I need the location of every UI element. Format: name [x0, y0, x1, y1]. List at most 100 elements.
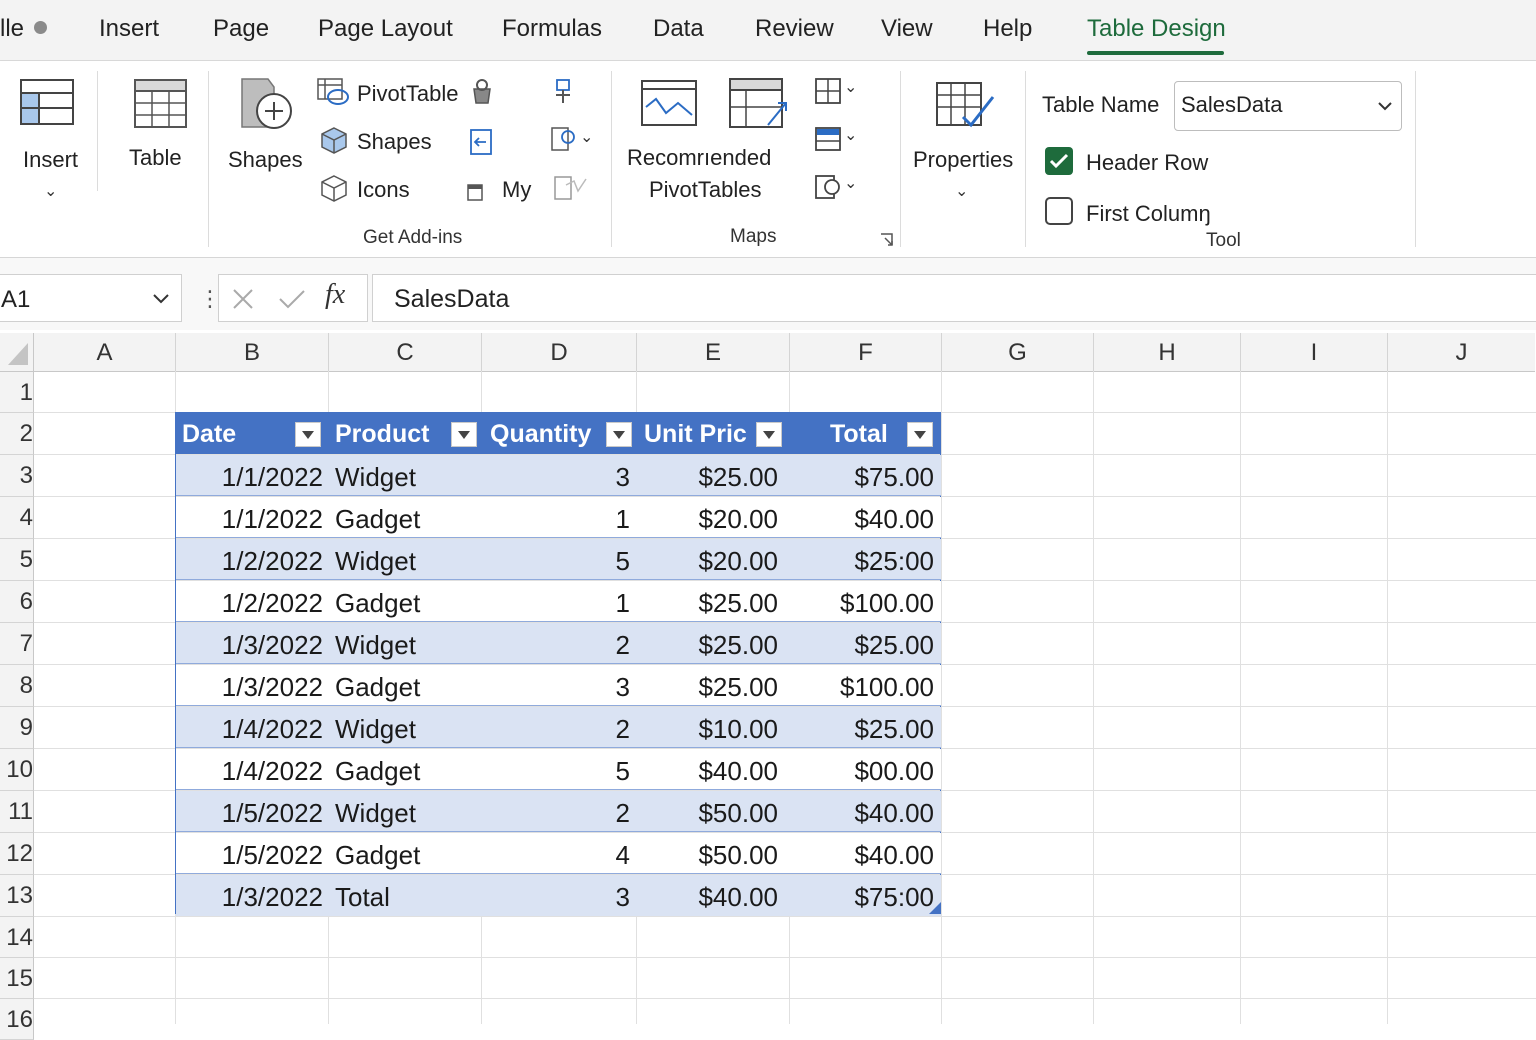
table-row[interactable]: 1/3/2022 Gadget 3 $25.00 $100.00	[176, 665, 941, 706]
filter-dropdown-icon[interactable]	[295, 422, 321, 447]
header-row-checkbox[interactable]: Header Row	[1044, 146, 1244, 180]
column-header-a[interactable]: A	[34, 333, 176, 372]
insert-button[interactable]: Insert ⌄	[0, 61, 90, 201]
table-row[interactable]: 1/1/2022 Gadget 1 $20.00 $40.00	[176, 497, 941, 538]
row-header-14[interactable]: 14	[0, 917, 34, 958]
formula-input[interactable]: SalesData	[372, 274, 1536, 322]
row-header-3[interactable]: 3	[0, 455, 34, 497]
row-header-5[interactable]: 5	[0, 539, 34, 581]
insert-function-icon[interactable]: fx	[325, 279, 345, 311]
table-row[interactable]: 1/1/2022 Widget 3 $25.00 $75.00	[176, 455, 941, 496]
row-header-15[interactable]: 15	[0, 958, 34, 999]
icons-button[interactable]: Icons	[316, 171, 426, 207]
tab-formulas[interactable]: Formulas	[502, 15, 602, 43]
row-number: 12	[6, 840, 33, 867]
shapes-button[interactable]: Shapes	[222, 61, 307, 201]
column-header-g[interactable]: G	[942, 333, 1094, 372]
first-column-checkbox[interactable]: First Columŋ	[1044, 196, 1244, 230]
tab-file[interactable]: lle	[0, 15, 48, 43]
tab-page-layout[interactable]: Page Layout	[318, 15, 453, 43]
column-header-h[interactable]: H	[1094, 333, 1241, 372]
row-header-16[interactable]: 16	[0, 999, 34, 1040]
tab-data[interactable]: Data	[653, 15, 704, 43]
row-header-7[interactable]: 7	[0, 623, 34, 665]
table-row[interactable]: 1/5/2022 Widget 2 $50.00 $40.00	[176, 791, 941, 832]
row-number: 1	[19, 379, 33, 406]
row-header-11[interactable]: 11	[0, 791, 34, 833]
shapes-small-button[interactable]: Shapes	[316, 123, 466, 159]
gridline	[34, 957, 1536, 958]
gridline	[34, 998, 1536, 999]
store-bag-icon[interactable]	[468, 77, 496, 105]
row-header-4[interactable]: 4	[0, 497, 34, 539]
row-header-8[interactable]: 8	[0, 665, 34, 707]
row-header-6[interactable]: 6	[0, 581, 34, 623]
map-chart-dropdown[interactable]: ⌄	[812, 171, 862, 205]
recommended-pivottables-button[interactable]: Recomrıended PivotTables	[620, 141, 795, 213]
table-header-cell[interactable]: Total	[790, 413, 940, 454]
pin-icon[interactable]	[552, 77, 576, 107]
recommended-pivot-icon[interactable]	[728, 77, 790, 133]
enter-check-icon[interactable]	[277, 287, 307, 311]
my-addins-button[interactable]: My	[462, 171, 542, 207]
table-total-row[interactable]: 1/3/2022 Total 3 $40.00 $75:00	[176, 875, 941, 916]
table-row[interactable]: 1/2/2022 Gadget 1 $25.00 $100.00	[176, 581, 941, 622]
tab-table-design[interactable]: Table Design	[1087, 15, 1226, 43]
column-header-f[interactable]: F	[790, 333, 942, 372]
filter-dropdown-icon[interactable]	[756, 422, 782, 447]
properties-button[interactable]: Properties ⌄	[905, 61, 1020, 211]
column-header-c[interactable]: C	[329, 333, 482, 372]
product-cell: Widget	[335, 798, 416, 828]
table-header-cell[interactable]: Quantity	[482, 413, 637, 454]
tool-group-label: Tool	[1206, 230, 1241, 251]
table-row[interactable]: 1/2/2022 Widget 5 $20.00 $25:00	[176, 539, 941, 580]
table-button[interactable]: Table	[115, 61, 200, 201]
select-all-corner[interactable]	[0, 333, 34, 372]
column-header-i[interactable]: I	[1241, 333, 1388, 372]
table-name-input[interactable]: SalesData	[1174, 81, 1402, 131]
filter-dropdown-icon[interactable]	[451, 422, 477, 447]
filter-dropdown-icon[interactable]	[606, 422, 632, 447]
column-header-b[interactable]: B	[176, 333, 329, 372]
cancel-x-icon[interactable]	[231, 287, 255, 311]
tab-review[interactable]: Review	[755, 15, 834, 43]
tab-page[interactable]: Page	[213, 15, 269, 43]
row-header-10[interactable]: 10	[0, 749, 34, 791]
column-header-d[interactable]: D	[482, 333, 637, 372]
row-header-12[interactable]: 12	[0, 833, 34, 875]
total-cell: $40.00	[854, 504, 934, 534]
table-header-cell[interactable]: Date	[176, 413, 329, 454]
people-graph-icon[interactable]	[552, 171, 592, 205]
table-row[interactable]: 1/3/2022 Widget 2 $25.00 $25.00	[176, 623, 941, 664]
table-row[interactable]: 1/4/2022 Widget 2 $10.00 $25.00	[176, 707, 941, 748]
filter-dropdown-icon[interactable]	[907, 422, 933, 447]
row-header-1[interactable]: 1	[0, 372, 34, 413]
row-header-13[interactable]: 13	[0, 875, 34, 917]
table-grid-icon	[815, 78, 841, 104]
table-row[interactable]: 1/4/2022 Gadget 5 $40.00 $00.00	[176, 749, 941, 790]
dialog-launcher-icon[interactable]	[880, 233, 894, 247]
tab-view[interactable]: View	[881, 15, 933, 43]
column-header-j[interactable]: J	[1388, 333, 1535, 372]
ribbon: Insert ⌄ Table Shapes PivotTable Shapes …	[0, 61, 1536, 258]
ribbon-tab-bar: lle Insert Page Page Layout Formulas Dat…	[0, 0, 1536, 61]
table-row[interactable]: 1/5/2022 Gadget 4 $50.00 $40.00	[176, 833, 941, 874]
tab-insert[interactable]: Insert	[99, 15, 159, 43]
formula-actions: fx	[218, 274, 368, 322]
table-header-cell[interactable]: Product	[329, 413, 482, 454]
get-addins-icon[interactable]	[468, 127, 496, 157]
borders-dropdown[interactable]: ⌄	[812, 75, 862, 109]
header-row-label: Header Row	[1086, 150, 1209, 175]
row-header-9[interactable]: 9	[0, 707, 34, 749]
column-header-e[interactable]: E	[637, 333, 790, 372]
pivottable-button[interactable]: PivotTable	[316, 75, 466, 111]
gridline	[1387, 371, 1388, 1024]
row-header-2[interactable]: 2	[0, 413, 34, 455]
table-resize-handle-icon[interactable]	[929, 902, 941, 914]
tab-help[interactable]: Help	[983, 15, 1032, 43]
visual-addin-dropdown[interactable]: ⌄	[548, 123, 594, 157]
recommended-charts-icon[interactable]	[640, 79, 700, 129]
table-header-cell[interactable]: Unit Pric	[637, 413, 790, 454]
table-style-dropdown[interactable]: ⌄	[812, 123, 862, 157]
name-box[interactable]: A1	[0, 274, 182, 322]
